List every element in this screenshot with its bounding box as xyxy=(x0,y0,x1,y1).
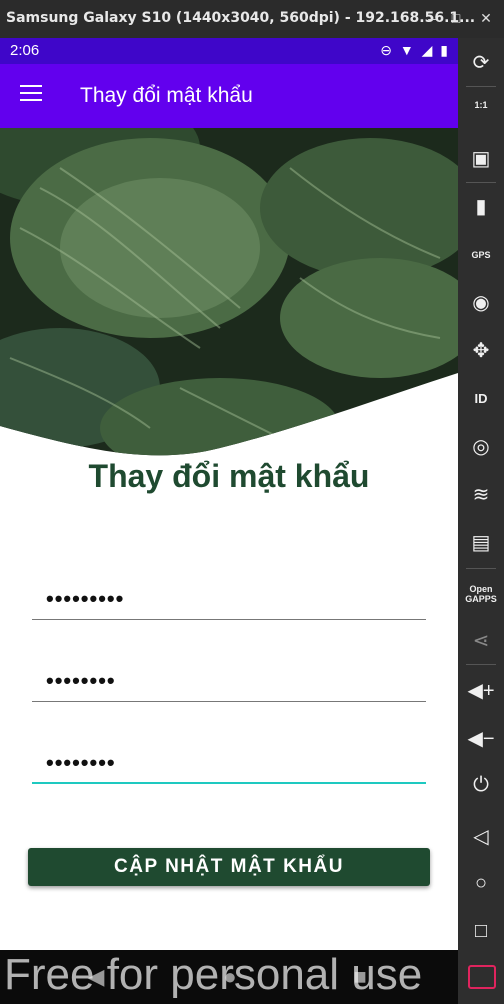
field-underline xyxy=(32,701,426,702)
status-bar: 2:06 ⊖ ▼ ◢ ▮ xyxy=(0,38,458,64)
identity-icon[interactable]: ID xyxy=(458,392,504,405)
close-button[interactable]: ✕ xyxy=(476,8,496,28)
app-bar: Thay đổi mật khẩu xyxy=(0,64,458,128)
emulator-toolbar: ⟳ 1:1 ▣ ▮ GPS ◉ ✥ ID ◎ ≋ ▤ Open GAPPS ⋖ … xyxy=(458,38,504,1004)
power-icon[interactable]: ⏻ xyxy=(458,774,504,797)
opengapps-icon[interactable]: Open GAPPS xyxy=(458,584,504,604)
share-icon[interactable]: ⋖ xyxy=(458,628,504,653)
minimize-button[interactable]: – xyxy=(422,8,442,28)
resize-icon[interactable]: 1:1 xyxy=(458,100,504,110)
media-icon[interactable]: ◎ xyxy=(458,434,504,459)
window-title: Samsung Galaxy S10 (1440x3040, 560dpi) -… xyxy=(6,10,476,26)
volume-up-icon[interactable]: ◀+ xyxy=(458,678,504,703)
nav-recent-icon[interactable]: ■ xyxy=(348,964,372,989)
back-icon[interactable]: ◁ xyxy=(458,824,504,849)
status-icons: ⊖ ▼ ◢ ▮ xyxy=(380,42,450,58)
sms-icon[interactable]: ▤ xyxy=(458,530,504,555)
confirm-password-value: •••••••• xyxy=(46,750,116,775)
gps-icon[interactable]: GPS xyxy=(458,250,504,260)
navigation-bar: ◀ ● ■ xyxy=(0,950,458,1004)
rotate-icon[interactable]: ⟳ xyxy=(458,50,504,75)
menu-icon-red[interactable] xyxy=(468,965,496,989)
home-icon[interactable]: ○ xyxy=(458,872,504,895)
field-underline xyxy=(32,619,426,620)
menu-icon[interactable] xyxy=(20,85,42,103)
overview-icon[interactable]: □ xyxy=(458,920,504,943)
update-password-button[interactable]: CẬP NHẬT MẬT KHẨU xyxy=(28,848,430,886)
field-underline-focused xyxy=(32,782,426,784)
app-bar-title: Thay đổi mật khẩu xyxy=(80,84,253,107)
volume-down-icon[interactable]: ◀− xyxy=(458,726,504,751)
nav-back-icon[interactable]: ◀ xyxy=(84,964,108,989)
page-heading: Thay đổi mật khẩu xyxy=(88,458,370,494)
nav-home-icon[interactable]: ● xyxy=(218,964,242,989)
current-password-value: ••••••••• xyxy=(46,586,125,611)
status-time: 2:06 xyxy=(10,42,40,59)
screen-record-icon[interactable]: ▣ xyxy=(458,146,504,171)
window-titlebar: Samsung Galaxy S10 (1440x3040, 560dpi) -… xyxy=(0,0,504,38)
new-password-value: •••••••• xyxy=(46,668,116,693)
maximize-button[interactable]: □ xyxy=(446,8,466,28)
new-password-field[interactable]: •••••••• xyxy=(32,662,426,702)
confirm-password-field[interactable]: •••••••• xyxy=(32,744,426,784)
phone-screen: 2:06 ⊖ ▼ ◢ ▮ Thay đổi mật khẩu Thay đổi … xyxy=(0,38,458,950)
camera-icon[interactable]: ◉ xyxy=(458,290,504,315)
current-password-field[interactable]: ••••••••• xyxy=(32,580,426,620)
cast-icon[interactable]: ≋ xyxy=(458,482,504,507)
move-icon[interactable]: ✥ xyxy=(458,338,504,363)
battery-icon[interactable]: ▮ xyxy=(458,194,504,219)
leaf-header-image xyxy=(0,128,458,456)
